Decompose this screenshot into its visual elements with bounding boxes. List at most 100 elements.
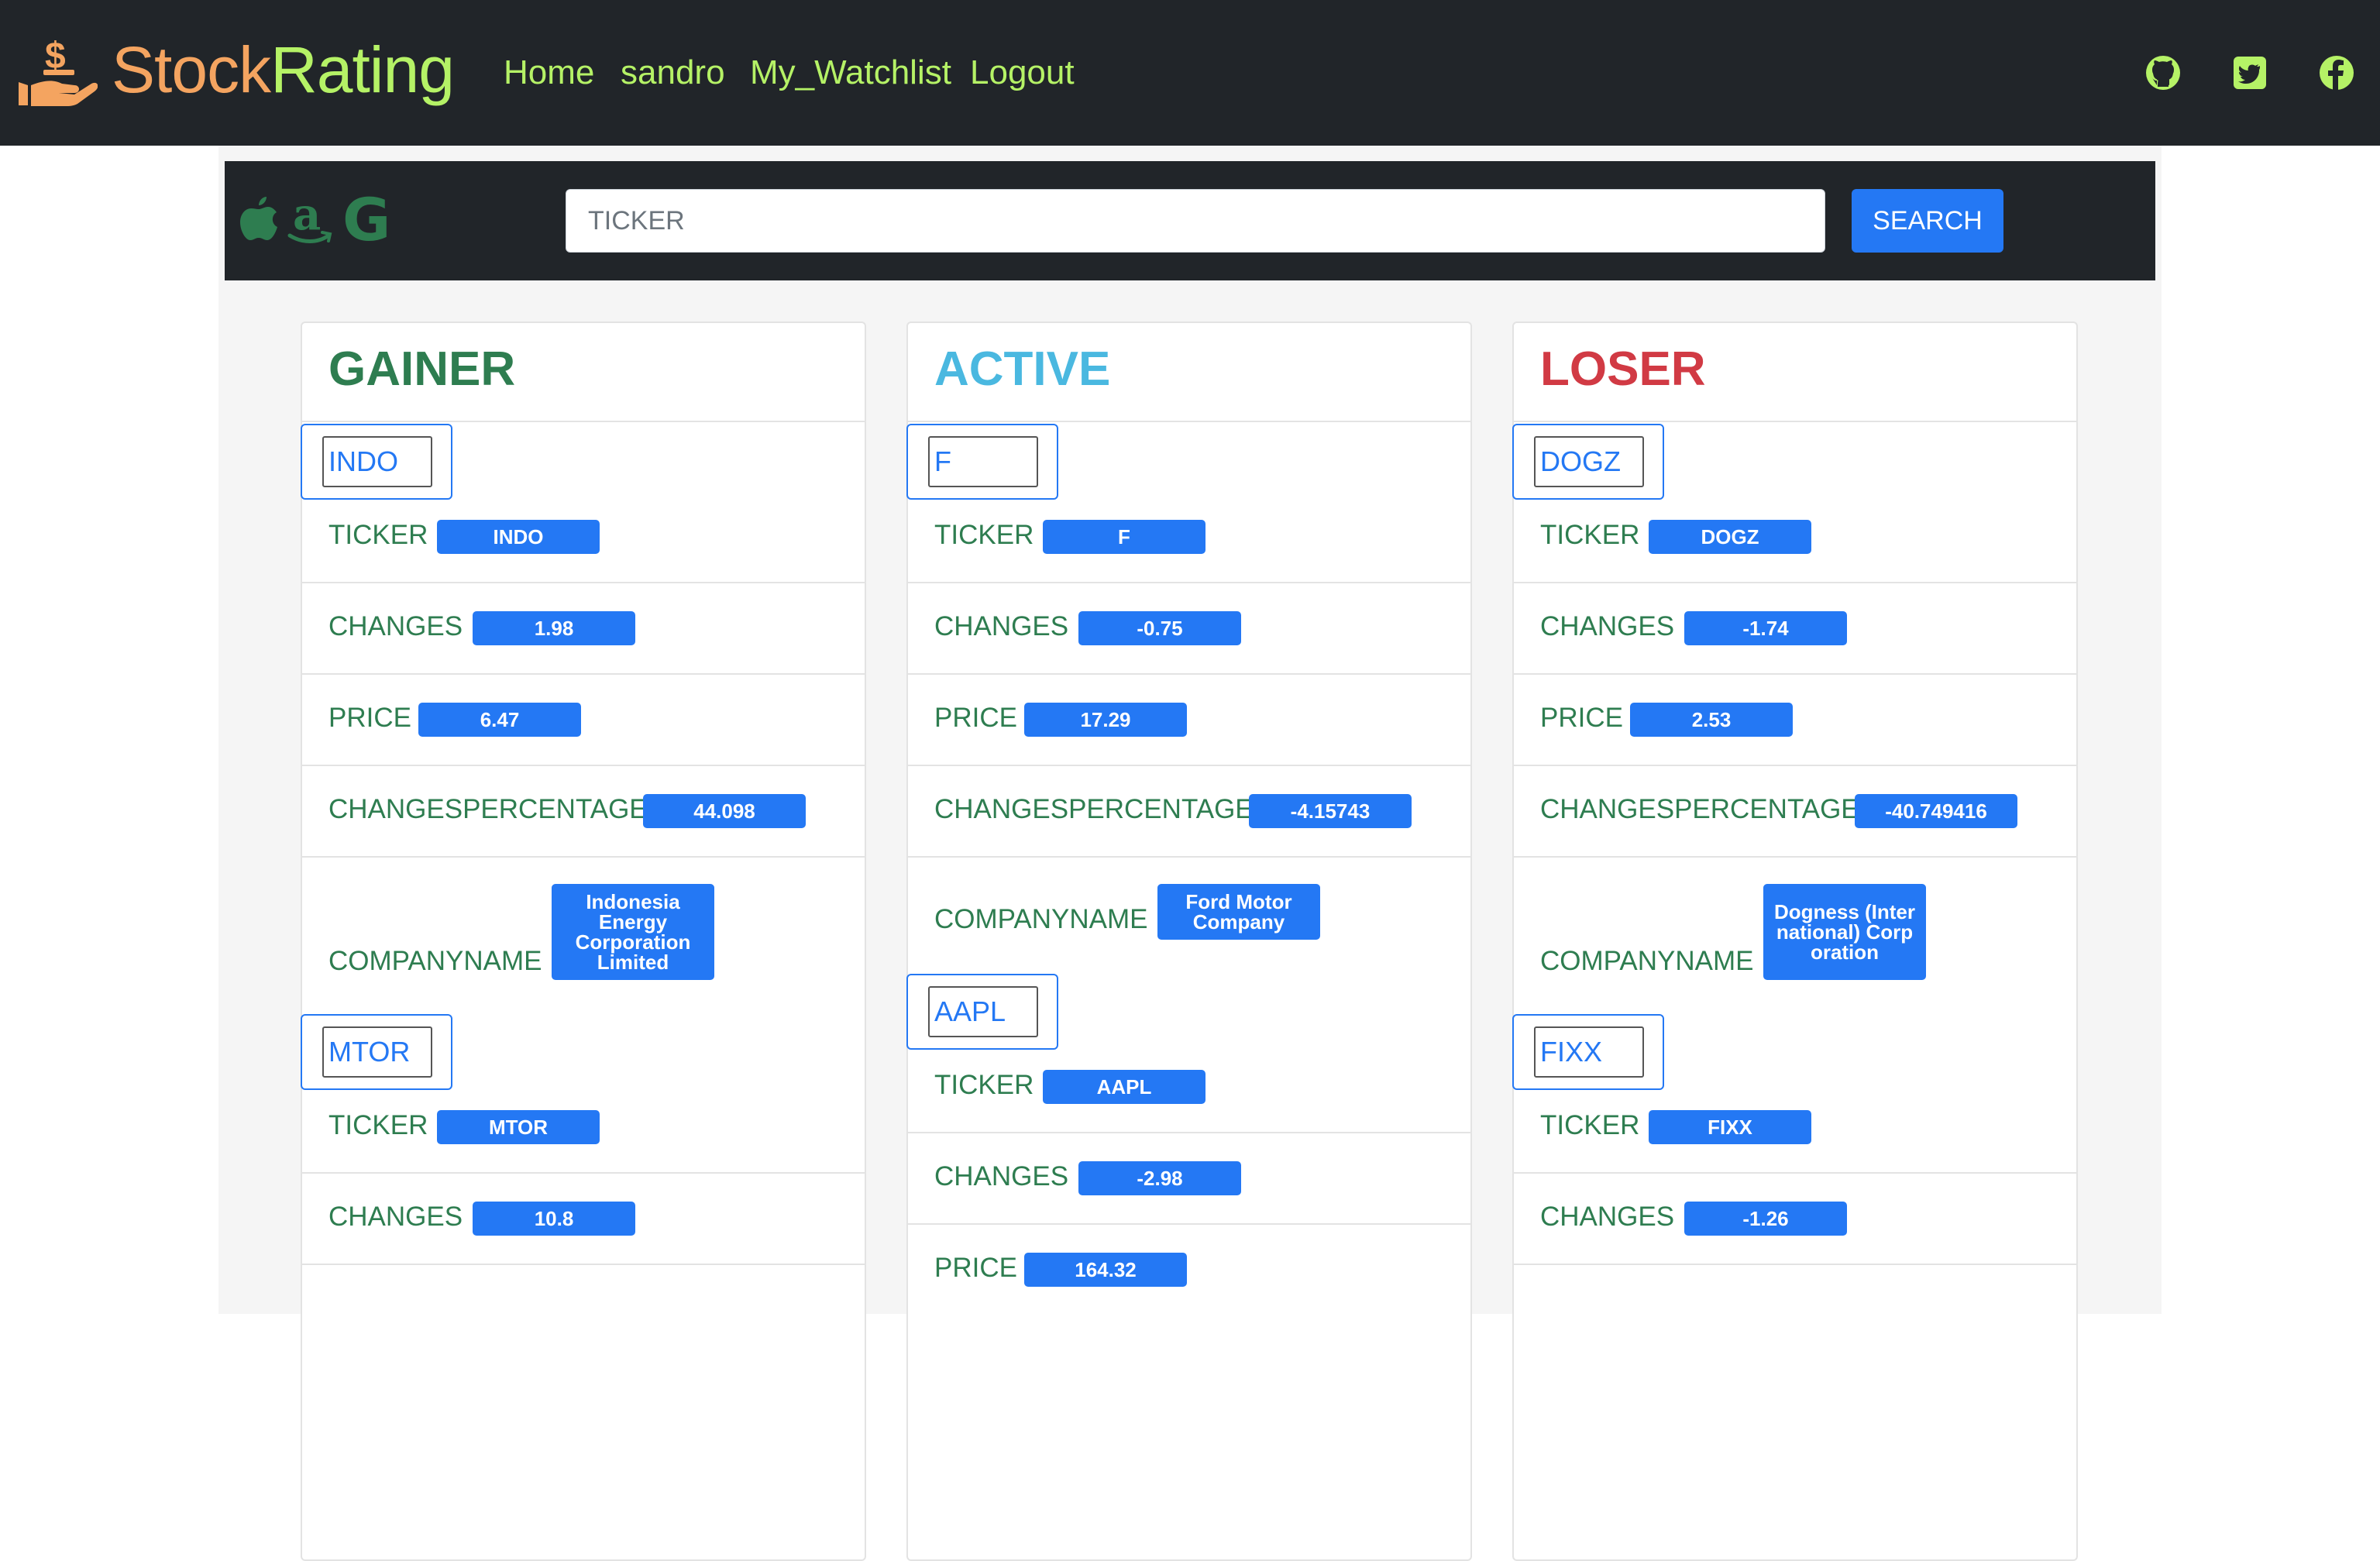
navbar: $ StockRating Home sandro My_Watchlist L… [0,0,2380,146]
changes-percentage-badge: -40.749416 [1855,794,2017,828]
divider [908,421,1470,422]
changes-label: CHANGES [1540,1202,1675,1232]
divider [302,1172,865,1174]
divider [302,1264,865,1265]
divider [302,582,865,583]
company-name-badge: Indonesia Energy Corporation Limited [552,884,714,980]
ticker-label: TICKER [934,520,1034,550]
changes-percentage-label: CHANGESPERCENTAGE [328,794,648,824]
ticker-label: TICKER [934,1070,1034,1100]
ticker-badge: FIXX [1649,1110,1811,1144]
search-bar: a G SEARCH [225,161,2155,280]
price-label: PRICE [1540,703,1623,733]
price-label: PRICE [934,703,1017,733]
loser-card: LOSER DOGZ TICKER DOGZ CHANGES -1.74 PRI… [1512,321,2078,1561]
divider [302,421,865,422]
nav-watchlist-link[interactable]: My_Watchlist [750,50,951,96]
price-label: PRICE [934,1253,1017,1283]
divider [908,1132,1470,1133]
changes-percentage-badge: -4.15743 [1249,794,1412,828]
divider [302,673,865,675]
divider [1514,856,2076,858]
company-name-label: COMPANYNAME [934,904,1148,934]
stock-symbol: AAPL [928,986,1038,1037]
nav-logout-link[interactable]: Logout [970,50,1075,96]
ticker-label: TICKER [328,1110,428,1140]
price-badge: 164.32 [1024,1253,1187,1287]
ticker-label: TICKER [328,520,428,550]
nav-home-link[interactable]: Home [504,50,594,96]
brand-part-1: Stock [112,33,271,106]
card-title: ACTIVE [934,342,1111,396]
changes-label: CHANGES [1540,611,1675,641]
stock-button[interactable]: INDO [301,424,452,500]
search-input[interactable] [566,189,1825,253]
stock-button[interactable]: F [906,424,1058,500]
changes-badge: -2.98 [1078,1161,1241,1195]
price-badge: 6.47 [418,703,581,737]
search-button[interactable]: SEARCH [1852,189,2003,253]
divider [908,1223,1470,1225]
changes-label: CHANGES [328,611,463,641]
stock-symbol: MTOR [322,1026,432,1078]
active-card: ACTIVE F TICKER F CHANGES -0.75 PRICE 17… [906,321,1472,1561]
changes-percentage-label: CHANGESPERCENTAGE [934,794,1254,824]
nav-user-link[interactable]: sandro [621,50,725,96]
ticker-badge: F [1043,520,1205,554]
changes-badge: 10.8 [473,1202,635,1236]
brand-name: StockRating [112,33,455,107]
stock-symbol: F [928,436,1038,487]
price-badge: 17.29 [1024,703,1187,737]
divider [1514,1264,2076,1265]
ticker-badge: MTOR [437,1110,600,1144]
facebook-icon[interactable] [2318,54,2355,91]
divider [1514,421,2076,422]
google-icon: G [342,194,390,248]
stock-symbol: INDO [322,436,432,487]
divider [302,765,865,766]
ticker-badge: DOGZ [1649,520,1811,554]
svg-text:G: G [342,194,390,248]
company-name-badge: Ford Motor Company [1157,884,1320,940]
divider [908,856,1470,858]
company-name-label: COMPANYNAME [1540,946,1754,976]
divider [908,582,1470,583]
company-name-label: COMPANYNAME [328,946,542,976]
changes-label: CHANGES [934,611,1069,641]
changes-label: CHANGES [328,1202,463,1232]
divider [1514,765,2076,766]
ticker-label: TICKER [1540,1110,1640,1140]
changes-badge: -1.26 [1684,1202,1847,1236]
svg-text:a: a [293,194,321,240]
divider [302,856,865,858]
stock-symbol: FIXX [1534,1026,1644,1078]
changes-badge: -1.74 [1684,611,1847,645]
twitter-icon[interactable] [2231,54,2268,91]
changes-percentage-badge: 44.098 [643,794,806,828]
card-title: LOSER [1540,342,1706,396]
changes-badge: 1.98 [473,611,635,645]
stock-button[interactable]: FIXX [1512,1014,1664,1090]
stock-symbol: DOGZ [1534,436,1644,487]
money-hand-icon: $ [19,36,98,106]
stock-button[interactable]: DOGZ [1512,424,1664,500]
card-title: GAINER [328,342,516,396]
stock-button[interactable]: MTOR [301,1014,452,1090]
changes-label: CHANGES [934,1161,1069,1191]
gainer-card: GAINER INDO TICKER INDO CHANGES 1.98 PRI… [301,321,866,1561]
price-badge: 2.53 [1630,703,1793,737]
ticker-label: TICKER [1540,520,1640,550]
divider [908,673,1470,675]
stock-button[interactable]: AAPL [906,974,1058,1050]
divider [908,765,1470,766]
divider [1514,673,2076,675]
amazon-icon: a [287,194,332,243]
changes-badge: -0.75 [1078,611,1241,645]
main-container: a G SEARCH GAINER INDO TICKER INDO CHANG… [218,146,2162,1561]
changes-percentage-label: CHANGESPERCENTAGE [1540,794,1859,824]
github-icon[interactable] [2144,54,2182,91]
divider [1514,1172,2076,1174]
price-label: PRICE [328,703,411,733]
company-name-badge: Dogness (International) Corporation [1763,884,1926,980]
divider [1514,582,2076,583]
